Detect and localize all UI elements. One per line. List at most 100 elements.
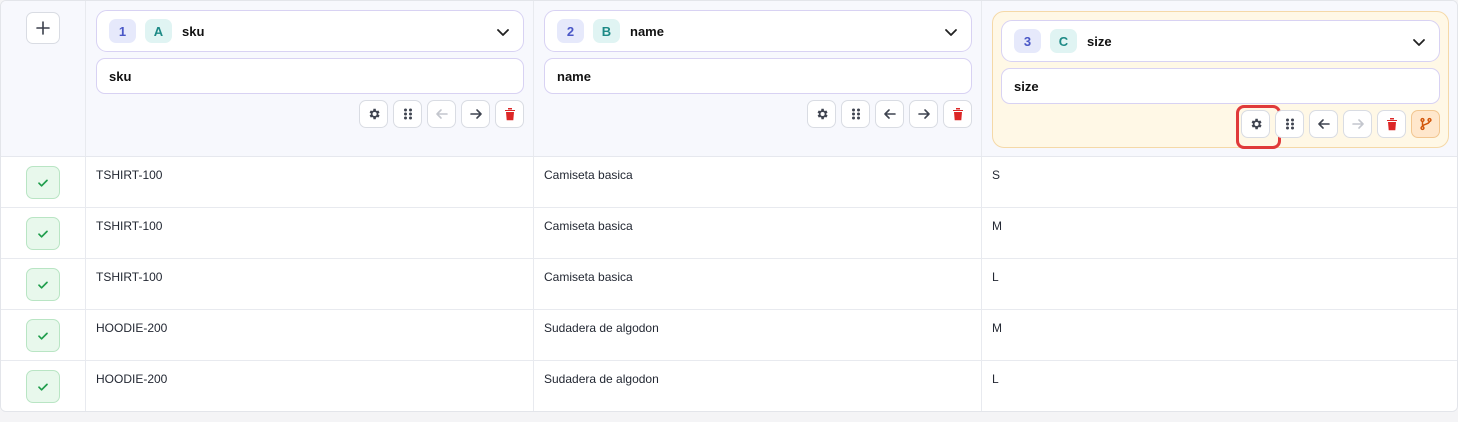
move-column-left-button[interactable] xyxy=(427,100,456,128)
table-row: HOODIE-200 Sudadera de algodon L xyxy=(1,361,1457,411)
row-status-cell xyxy=(1,157,86,207)
header-corner-cell xyxy=(1,1,86,156)
cell-sku: HOODIE-200 xyxy=(86,361,534,411)
row-status-button[interactable] xyxy=(26,166,60,199)
column-source-select[interactable]: 3 C size xyxy=(1001,20,1440,62)
column-name-input[interactable] xyxy=(1001,68,1440,104)
column-header-row: 1 A sku sku 2 B name name 3 C size size xyxy=(1,1,1457,157)
gear-icon xyxy=(369,108,380,120)
chevron-down-icon xyxy=(1413,39,1425,46)
cell-value: Sudadera de algodon xyxy=(544,321,659,335)
cell-name: Camiseta basica xyxy=(534,208,982,258)
column-card: 1 A sku xyxy=(96,10,524,128)
column-name-input[interactable] xyxy=(96,58,524,94)
row-status-button[interactable] xyxy=(26,268,60,301)
column-letter-badge: A xyxy=(145,19,172,43)
cell-size: M xyxy=(982,310,1457,360)
cell-value: S xyxy=(992,168,1001,182)
row-status-button[interactable] xyxy=(26,370,60,403)
add-column-button[interactable] xyxy=(26,12,60,44)
table-row: TSHIRT-100 Camiseta basica M xyxy=(1,208,1457,259)
table-row: TSHIRT-100 Camiseta basica L xyxy=(1,259,1457,310)
column-source-label: name xyxy=(630,23,664,39)
git-branch-icon xyxy=(1419,117,1432,131)
row-status-cell xyxy=(1,208,86,258)
cell-value: Camiseta basica xyxy=(544,219,633,233)
delete-column-button[interactable] xyxy=(1377,110,1406,138)
cell-value: TSHIRT-100 xyxy=(96,219,163,233)
cell-sku: HOODIE-200 xyxy=(86,310,534,360)
cell-value: Camiseta basica xyxy=(544,270,633,284)
cell-sku: TSHIRT-100 xyxy=(86,157,534,207)
column-name-input[interactable] xyxy=(544,58,972,94)
column-settings-button[interactable] xyxy=(807,100,836,128)
column-source-label: sku xyxy=(182,23,205,39)
column-header-sku: 1 A sku xyxy=(86,1,534,156)
row-status-button[interactable] xyxy=(26,319,60,352)
cell-value: Camiseta basica xyxy=(544,168,633,182)
column-source-select[interactable]: 2 B name xyxy=(544,10,972,52)
column-settings-button[interactable] xyxy=(1236,105,1281,149)
cell-sku: TSHIRT-100 xyxy=(86,208,534,258)
cell-size: L xyxy=(982,361,1457,411)
move-column-right-button[interactable] xyxy=(909,100,938,128)
column-drag-handle[interactable] xyxy=(393,100,422,128)
column-settings-button[interactable] xyxy=(359,100,388,128)
drag-handle-icon xyxy=(1285,118,1294,130)
move-column-right-button[interactable] xyxy=(1343,110,1372,138)
drag-handle-icon xyxy=(851,108,860,120)
plus-icon xyxy=(36,21,50,35)
cell-value: L xyxy=(992,270,999,284)
cell-value: M xyxy=(992,219,1002,233)
table-row: HOODIE-200 Sudadera de algodon M xyxy=(1,310,1457,361)
column-number-badge: 1 xyxy=(109,19,136,43)
delete-column-button[interactable] xyxy=(943,100,972,128)
check-icon xyxy=(38,230,48,238)
cell-value: TSHIRT-100 xyxy=(96,168,163,182)
cell-sku: TSHIRT-100 xyxy=(86,259,534,309)
cell-value: HOODIE-200 xyxy=(96,372,168,386)
column-card-active: 3 C size xyxy=(992,11,1449,149)
column-letter-badge: C xyxy=(1050,29,1077,53)
gear-icon xyxy=(1251,118,1262,130)
column-number-badge: 2 xyxy=(557,19,584,43)
delete-column-button[interactable] xyxy=(495,100,524,128)
arrow-left-icon xyxy=(435,109,448,119)
check-icon xyxy=(38,281,48,289)
move-column-left-button[interactable] xyxy=(875,100,904,128)
move-column-right-button[interactable] xyxy=(461,100,490,128)
check-icon xyxy=(38,383,48,391)
column-source-select[interactable]: 1 A sku xyxy=(96,10,524,52)
row-status-button[interactable] xyxy=(26,217,60,250)
mapping-table: 1 A sku sku 2 B name name 3 C size size … xyxy=(0,0,1458,412)
cell-value: TSHIRT-100 xyxy=(96,270,163,284)
table-row: TSHIRT-100 Camiseta basica S xyxy=(1,157,1457,208)
column-header-name: 2 B name xyxy=(534,1,982,156)
column-card: 2 B name xyxy=(544,10,972,128)
check-icon xyxy=(38,332,48,340)
cell-name: Sudadera de algodon xyxy=(534,361,982,411)
chevron-down-icon xyxy=(497,29,509,36)
cell-size: M xyxy=(982,208,1457,258)
cell-value: L xyxy=(992,372,999,386)
cell-value: HOODIE-200 xyxy=(96,321,168,335)
cell-size: L xyxy=(982,259,1457,309)
column-drag-handle[interactable] xyxy=(1275,110,1304,138)
column-toolbar xyxy=(1001,105,1440,149)
column-letter-badge: B xyxy=(593,19,620,43)
trash-icon xyxy=(952,108,963,121)
cell-name: Camiseta basica xyxy=(534,259,982,309)
row-status-cell xyxy=(1,310,86,360)
move-column-left-button[interactable] xyxy=(1309,110,1338,138)
arrow-right-icon xyxy=(469,109,482,119)
column-drag-handle[interactable] xyxy=(841,100,870,128)
gear-icon xyxy=(817,108,828,120)
column-toolbar xyxy=(544,100,972,128)
column-toolbar xyxy=(96,100,524,128)
row-status-cell xyxy=(1,361,86,411)
column-source-label: size xyxy=(1087,33,1112,49)
column-number-badge: 3 xyxy=(1014,29,1041,53)
arrow-right-icon xyxy=(917,109,930,119)
row-status-cell xyxy=(1,259,86,309)
split-column-button[interactable] xyxy=(1411,110,1440,138)
